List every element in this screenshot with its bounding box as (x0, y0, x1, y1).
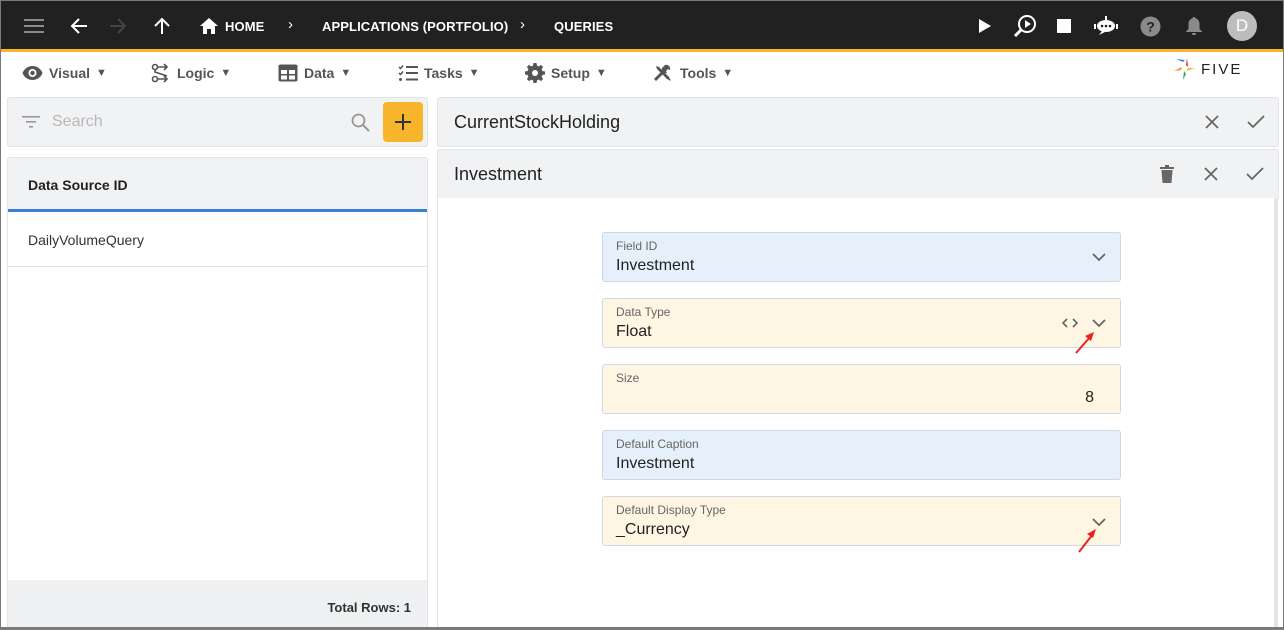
data-type-value: Float (616, 323, 652, 340)
breadcrumb-applications[interactable]: APPLICATIONS (PORTFOLIO) (322, 19, 508, 34)
menu-data-label: Data (304, 65, 335, 81)
bell-icon[interactable] (1183, 15, 1205, 37)
total-rows: Total Rows: 1 (327, 600, 411, 615)
tools-icon (653, 64, 671, 81)
dropdown-caret-icon: ▼ (220, 67, 232, 79)
user-avatar[interactable]: D (1227, 11, 1257, 41)
confirm-check-icon[interactable] (1244, 163, 1266, 185)
field-id-value: Investment (616, 257, 695, 274)
search-bar: Search (7, 97, 428, 147)
menu-visual[interactable]: Visual ▼ (22, 63, 107, 83)
menu-tools[interactable]: Tools ▼ (653, 63, 733, 83)
menu-logic[interactable]: Logic ▼ (151, 63, 231, 83)
data-type-select[interactable]: Data Type Float (602, 298, 1121, 348)
menu-setup-label: Setup (551, 65, 590, 81)
parent-record-header: CurrentStockHolding (437, 97, 1279, 147)
back-arrow-icon[interactable] (68, 15, 90, 37)
chat-bot-icon[interactable] (1094, 15, 1118, 37)
filter-icon[interactable] (22, 115, 40, 129)
confirm-check-icon[interactable] (1245, 111, 1267, 133)
menu-tasks-label: Tasks (424, 65, 463, 81)
default-display-type-label: Default Display Type (616, 503, 726, 517)
default-caption-value: Investment (616, 455, 695, 472)
column-header-data-source-id: Data Source ID (28, 177, 128, 193)
list-item[interactable]: DailyVolumeQuery (8, 215, 427, 267)
home-icon[interactable] (198, 15, 220, 37)
forward-arrow-icon[interactable] (107, 15, 129, 37)
search-icon[interactable] (351, 113, 370, 132)
dropdown-caret-icon: ▼ (595, 67, 607, 79)
play-icon[interactable] (974, 15, 996, 37)
five-logo: FIVE (1173, 57, 1242, 81)
record-list: Data Source ID DailyVolumeQuery Total Ro… (7, 157, 428, 627)
child-record-title: Investment (454, 164, 543, 184)
add-record-button[interactable] (383, 102, 423, 142)
logic-flow-icon (151, 63, 169, 83)
menu-tools-label: Tools (680, 65, 717, 81)
delete-trash-icon[interactable] (1156, 163, 1178, 185)
list-column-header[interactable]: Data Source ID (8, 158, 427, 212)
chevron-down-icon[interactable] (1089, 247, 1109, 267)
breadcrumb-separator: › (288, 16, 293, 33)
stop-icon[interactable] (1053, 15, 1075, 37)
menu-setup[interactable]: Setup ▼ (525, 63, 607, 83)
breadcrumb-separator: › (520, 16, 525, 33)
run-search-icon[interactable] (1012, 13, 1038, 39)
five-logo-icon (1174, 58, 1195, 80)
up-arrow-icon[interactable] (151, 15, 173, 37)
data-type-label: Data Type (616, 305, 671, 319)
app-window: HOME › APPLICATIONS (PORTFOLIO) › QUERIE… (0, 0, 1284, 630)
menu-visual-label: Visual (49, 65, 90, 81)
default-display-type-select[interactable]: Default Display Type _Currency (602, 496, 1121, 546)
field-id-select[interactable]: Field ID Investment (602, 232, 1121, 282)
checklist-icon (398, 65, 418, 81)
menu-data[interactable]: Data ▼ (278, 63, 351, 83)
size-value: 8 (1085, 389, 1094, 406)
default-caption-input[interactable]: Default Caption Investment (602, 430, 1121, 480)
menu-tasks[interactable]: Tasks ▼ (398, 63, 480, 83)
search-input[interactable]: Search (52, 113, 103, 131)
dropdown-caret-icon: ▼ (722, 67, 734, 79)
annotation-arrow-icon (1078, 529, 1096, 553)
menu-bar: Visual ▼ Logic ▼ Data ▼ Tasks ▼ Setup ▼ … (1, 55, 1283, 91)
top-bar: HOME › APPLICATIONS (PORTFOLIO) › QUERIE… (1, 1, 1283, 52)
size-label: Size (616, 371, 640, 385)
breadcrumb-queries[interactable]: QUERIES (554, 19, 613, 34)
breadcrumb-home[interactable]: HOME (225, 19, 264, 34)
menu-icon[interactable] (23, 15, 45, 37)
annotation-arrow-icon (1075, 332, 1094, 354)
field-id-label: Field ID (616, 239, 658, 253)
default-caption-label: Default Caption (616, 437, 699, 451)
list-item-label: DailyVolumeQuery (28, 232, 144, 248)
dropdown-caret-icon: ▼ (96, 67, 107, 79)
parent-record-title: CurrentStockHolding (454, 112, 621, 132)
five-logo-text: FIVE (1201, 60, 1243, 78)
svg-text:?: ? (1146, 18, 1155, 34)
table-icon (278, 64, 298, 82)
close-icon[interactable] (1201, 111, 1223, 133)
plus-icon (395, 114, 411, 130)
panel-divider[interactable] (428, 97, 436, 627)
gear-icon (525, 63, 545, 83)
menu-logic-label: Logic (177, 65, 215, 81)
dropdown-caret-icon: ▼ (340, 67, 352, 79)
default-display-type-value: _Currency (616, 521, 690, 538)
help-icon[interactable]: ? (1139, 15, 1161, 37)
list-footer: Total Rows: 1 (8, 580, 427, 627)
child-record-header: Investment (437, 149, 1279, 199)
close-icon[interactable] (1200, 163, 1222, 185)
eye-icon (22, 66, 43, 80)
size-input[interactable]: Size 8 (602, 364, 1121, 414)
dropdown-caret-icon: ▼ (468, 67, 480, 79)
